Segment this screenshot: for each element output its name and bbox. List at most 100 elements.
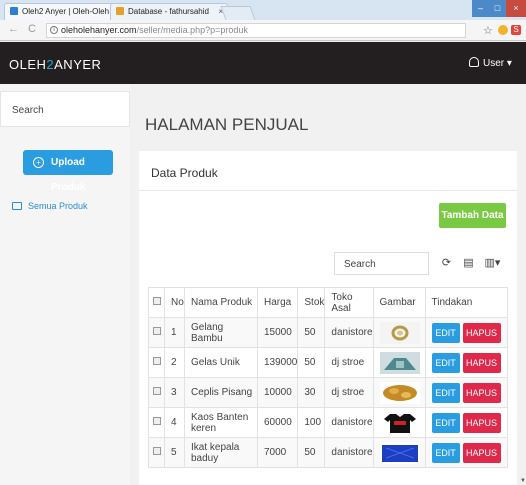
url-input[interactable]: i oleholehanyer.com/seller/media.php?p=p… [46, 23, 466, 38]
sidebar-item-semua-produk[interactable]: Semua Produk [12, 201, 88, 211]
product-thumbnail[interactable] [379, 441, 425, 464]
row-checkbox[interactable] [148, 437, 165, 468]
edit-button[interactable]: EDIT [431, 322, 460, 343]
export-menu-icon[interactable]: ▥▾ [481, 252, 504, 275]
cell-gambar [372, 407, 426, 438]
cell-stok: 30 [297, 377, 326, 408]
col-tindakan[interactable]: Tindakan [424, 287, 509, 318]
cell-toko-asal: danistore [324, 437, 374, 468]
col-stok[interactable]: Stok [297, 287, 326, 318]
table-row: 5 Ikat kepala baduy 7000 50 danistore EDIT HAP… [148, 437, 509, 468]
hapus-button[interactable]: HAPUS [462, 352, 501, 373]
col-toko-asal[interactable]: Toko Asal [324, 287, 374, 318]
cell-gambar [372, 317, 426, 348]
hapus-button[interactable]: HAPUS [462, 382, 501, 403]
extension-icon[interactable] [498, 25, 508, 35]
user-icon [469, 57, 479, 67]
cell-nama-produk: Kaos Banten keren [184, 407, 258, 438]
plus-circle-icon: + [33, 157, 44, 168]
cell-nama-produk: Gelang Bambu [184, 317, 258, 348]
table-row: 2 Gelas Unik 139000 50 dj stroe EDIT HAPUS [148, 347, 509, 378]
row-checkbox[interactable] [148, 317, 165, 348]
cell-gambar [372, 377, 426, 408]
panel-title: Data Produk [139, 151, 517, 191]
user-label: User ▾ [483, 58, 512, 69]
folder-icon [12, 202, 22, 210]
cell-nama-produk: Ikat kepala baduy [184, 437, 258, 468]
select-all-checkbox[interactable] [148, 287, 165, 318]
scroll-down-icon[interactable]: ▼ [520, 478, 526, 484]
window-controls: – □ × [472, 0, 526, 18]
cell-harga: 60000 [256, 407, 299, 438]
cell-no: 3 [164, 377, 185, 408]
row-checkbox[interactable] [148, 377, 165, 408]
cell-no: 2 [164, 347, 185, 378]
url-path: /seller/media.php?p=produk [136, 25, 248, 35]
page-scrollbar[interactable]: ▼ [519, 84, 526, 485]
site-favicon-icon [10, 7, 18, 15]
maximize-button[interactable]: □ [489, 0, 506, 17]
cell-tindakan: EDIT HAPUS [424, 347, 509, 378]
cell-harga: 7000 [256, 437, 299, 468]
back-button[interactable]: ← [8, 23, 19, 35]
browser-tab-2[interactable]: Database - fathursahid × [110, 3, 228, 20]
edit-button[interactable]: EDIT [431, 412, 460, 433]
edit-button[interactable]: EDIT [431, 382, 460, 403]
database-favicon-icon [116, 7, 124, 15]
product-thumbnail[interactable] [379, 351, 425, 374]
sidebar: Search + Upload Produk Semua Produk [0, 84, 130, 485]
cell-toko-asal: danistore [324, 407, 374, 438]
refresh-icon[interactable]: ⟳ [435, 252, 458, 275]
page-title: HALAMAN PENJUAL [145, 115, 309, 134]
cell-gambar [372, 347, 426, 378]
tab-title: Database - fathursahid [128, 7, 209, 16]
tambah-data-button[interactable]: Tambah Data [439, 203, 506, 228]
columns-toggle-icon[interactable]: ▤ [457, 252, 480, 275]
cell-stok: 50 [297, 347, 326, 378]
product-thumbnail[interactable] [379, 381, 425, 404]
table-header-row: No Nama Produk Harga Stok Toko Asal Gamb… [148, 287, 509, 318]
cell-no: 5 [164, 437, 185, 468]
url-host: oleholehanyer.com [61, 25, 137, 35]
close-window-button[interactable]: × [506, 0, 526, 17]
cell-toko-asal: danistore [324, 317, 374, 348]
edit-button[interactable]: EDIT [431, 352, 460, 373]
cell-gambar [372, 437, 426, 468]
cell-stok: 50 [297, 437, 326, 468]
user-menu[interactable]: User ▾ [469, 57, 512, 69]
col-harga[interactable]: Harga [256, 287, 299, 318]
table-row: 4 Kaos Banten keren 60000 100 danistore EDIT H… [148, 407, 509, 438]
upload-button-label: Upload Produk [51, 157, 86, 193]
minimize-button[interactable]: – [472, 0, 489, 17]
brand-logo[interactable]: OLEH2ANYER [9, 57, 101, 72]
info-icon[interactable]: i [50, 26, 58, 34]
cell-stok: 100 [297, 407, 326, 438]
col-nama-produk[interactable]: Nama Produk [184, 287, 258, 318]
hapus-button[interactable]: HAPUS [462, 442, 501, 463]
cell-tindakan: EDIT HAPUS [424, 377, 509, 408]
app-navbar: OLEH2ANYER User ▾ [0, 42, 526, 84]
col-no[interactable]: No [164, 287, 185, 318]
sidebar-item-label: Semua Produk [28, 201, 88, 211]
bookmark-star-icon[interactable]: ☆ [483, 24, 493, 37]
table-search-input[interactable]: Search [334, 252, 429, 275]
product-thumbnail[interactable] [379, 321, 425, 344]
reload-button[interactable]: C [28, 23, 36, 35]
upload-produk-button[interactable]: + Upload Produk [23, 150, 113, 193]
hapus-button[interactable]: HAPUS [462, 322, 501, 343]
browser-tab-1[interactable]: Oleh2 Anyer | Oleh-Oleh × [4, 3, 122, 20]
cell-nama-produk: Ceplis Pisang [184, 377, 258, 408]
cell-tindakan: EDIT HAPUS [424, 407, 509, 438]
new-tab-button[interactable] [220, 6, 256, 20]
product-thumbnail[interactable] [379, 411, 425, 434]
row-checkbox[interactable] [148, 347, 165, 378]
hapus-button[interactable]: HAPUS [462, 412, 501, 433]
extension-icon[interactable]: S [511, 25, 521, 35]
data-produk-panel: Data Produk Tambah Data Search ⟳ ▤ ▥▾ No… [139, 151, 517, 485]
col-gambar[interactable]: Gambar [372, 287, 426, 318]
row-checkbox[interactable] [148, 407, 165, 438]
edit-button[interactable]: EDIT [431, 442, 460, 463]
cell-nama-produk: Gelas Unik [184, 347, 258, 378]
sidebar-search-input[interactable]: Search [0, 91, 130, 127]
cell-harga: 10000 [256, 377, 299, 408]
